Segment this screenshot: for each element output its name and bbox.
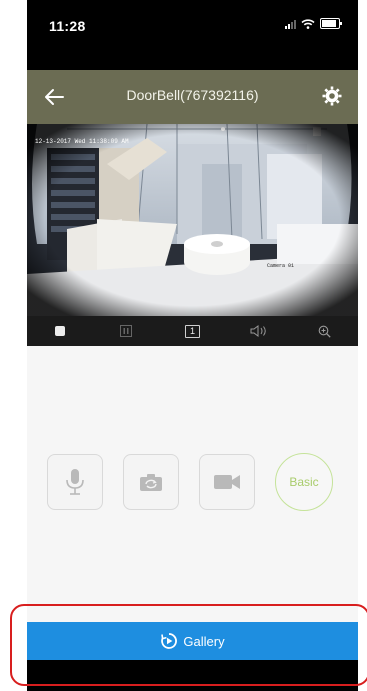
gallery-label: Gallery (183, 633, 225, 649)
gallery-button[interactable]: Gallery (27, 622, 358, 660)
status-time: 11:28 (49, 18, 86, 34)
bottom-bar: Gallery (27, 622, 358, 691)
signal-icon (285, 19, 296, 29)
phone-screen: 11:28 DoorBell(767392116) 12-13-2017 Wed… (27, 0, 358, 691)
microphone-button[interactable] (47, 454, 103, 510)
speaker-button[interactable] (239, 319, 279, 343)
snapshot-button[interactable] (123, 454, 179, 510)
stop-button[interactable] (40, 319, 80, 343)
zoom-button[interactable] (305, 319, 345, 343)
page-title: DoorBell(767392116) (126, 87, 259, 103)
action-buttons: Basic (47, 453, 333, 511)
live-video-feed[interactable]: 12-13-2017 Wed 11:38:09 AM Camera 01 (27, 124, 358, 316)
status-bar: 11:28 (27, 0, 358, 70)
status-icons (285, 18, 342, 29)
wifi-icon (301, 18, 315, 29)
ratio-button[interactable]: 1 (172, 319, 212, 343)
camera-switch-icon (140, 474, 162, 491)
gallery-play-icon (161, 633, 178, 649)
speaker-icon (250, 325, 266, 337)
pause-icon (120, 325, 133, 337)
actions-panel: Basic (27, 346, 358, 622)
microphone-icon (66, 469, 84, 495)
video-camera-icon (214, 475, 240, 489)
settings-gear-icon[interactable] (320, 84, 344, 108)
ratio-icon: 1 (184, 324, 200, 338)
video-control-bar: 1 (27, 316, 358, 346)
basic-quality-button[interactable]: Basic (275, 453, 333, 511)
video-timestamp: 12-13-2017 Wed 11:38:09 AM (35, 138, 129, 145)
stop-icon (55, 326, 66, 336)
camera-label: Camera 01 (267, 263, 294, 269)
battery-icon (320, 18, 342, 29)
camera-image: 12-13-2017 Wed 11:38:09 AM Camera 01 (27, 124, 358, 316)
record-button[interactable] (199, 454, 255, 510)
top-navigation-bar: DoorBell(767392116) (27, 70, 358, 124)
pause-button[interactable] (106, 319, 146, 343)
zoom-in-icon (318, 325, 332, 338)
